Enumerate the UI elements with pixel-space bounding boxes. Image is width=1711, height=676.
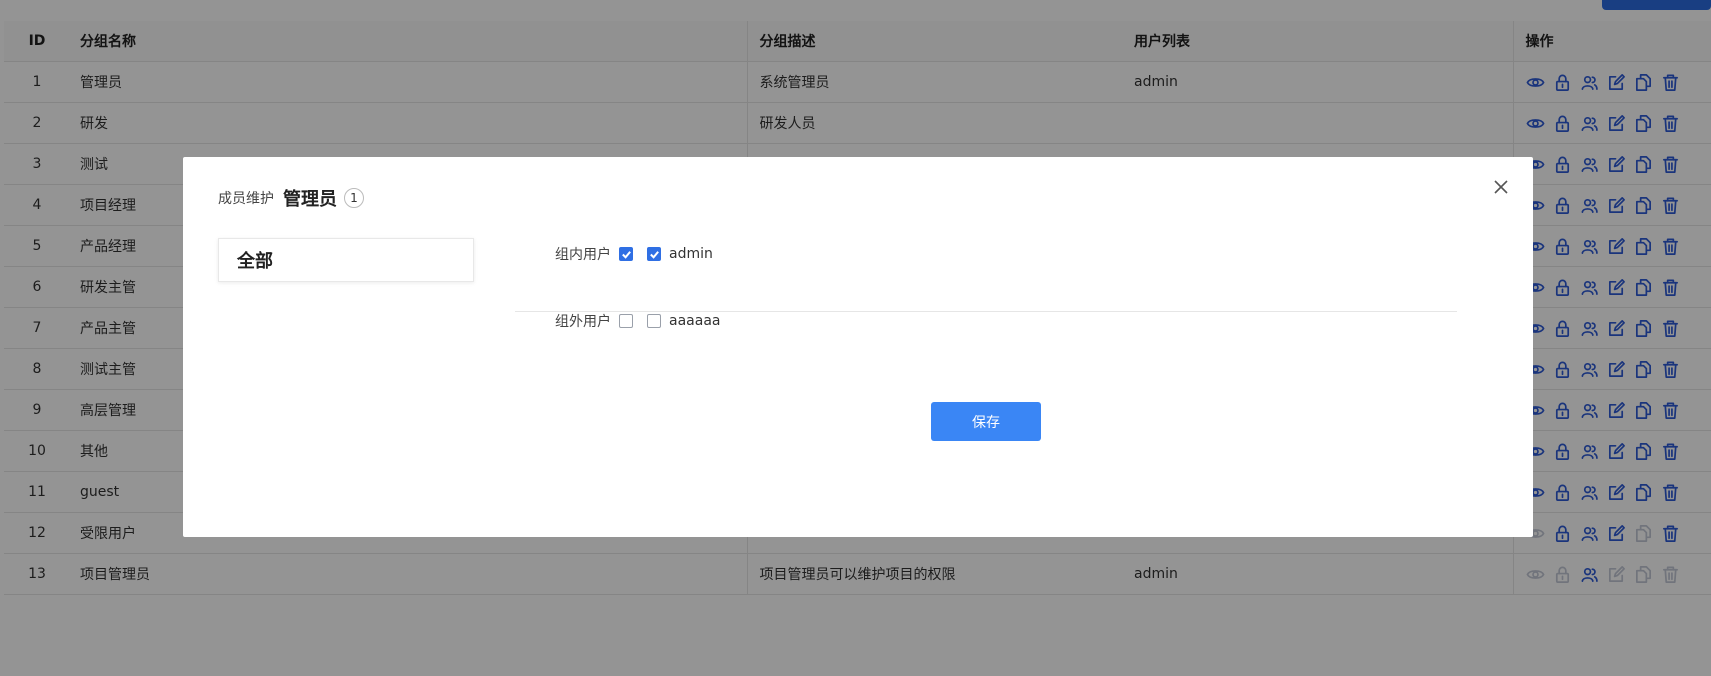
- dialog-title: 成员维护 管理员 1: [218, 185, 364, 211]
- inside-users-label: 组内用户: [555, 247, 611, 263]
- save-button[interactable]: 保存: [931, 402, 1041, 441]
- user-admin-checkbox[interactable]: [647, 247, 661, 261]
- dialog-label: 成员维护: [218, 191, 274, 207]
- side-item-all[interactable]: 全部: [218, 238, 474, 282]
- user-aaaaaa-checkbox[interactable]: [647, 314, 661, 328]
- member-dialog: 成员维护 管理员 1 全部 组内用户 admin 组外用户 aaaaaa 保存: [183, 157, 1533, 537]
- dialog-group-name: 管理员: [283, 189, 337, 210]
- outside-users-label: 组外用户: [555, 314, 611, 330]
- inside-users-row: 组内用户 admin: [555, 244, 713, 264]
- outside-users-row: 组外用户 aaaaaa: [555, 311, 720, 331]
- close-icon[interactable]: [1493, 179, 1509, 195]
- user-admin-label: admin: [669, 246, 713, 262]
- member-count-badge: 1: [344, 188, 364, 208]
- inside-select-all-checkbox[interactable]: [619, 247, 633, 261]
- outside-select-all-checkbox[interactable]: [619, 314, 633, 328]
- user-aaaaaa-label: aaaaaa: [669, 313, 721, 329]
